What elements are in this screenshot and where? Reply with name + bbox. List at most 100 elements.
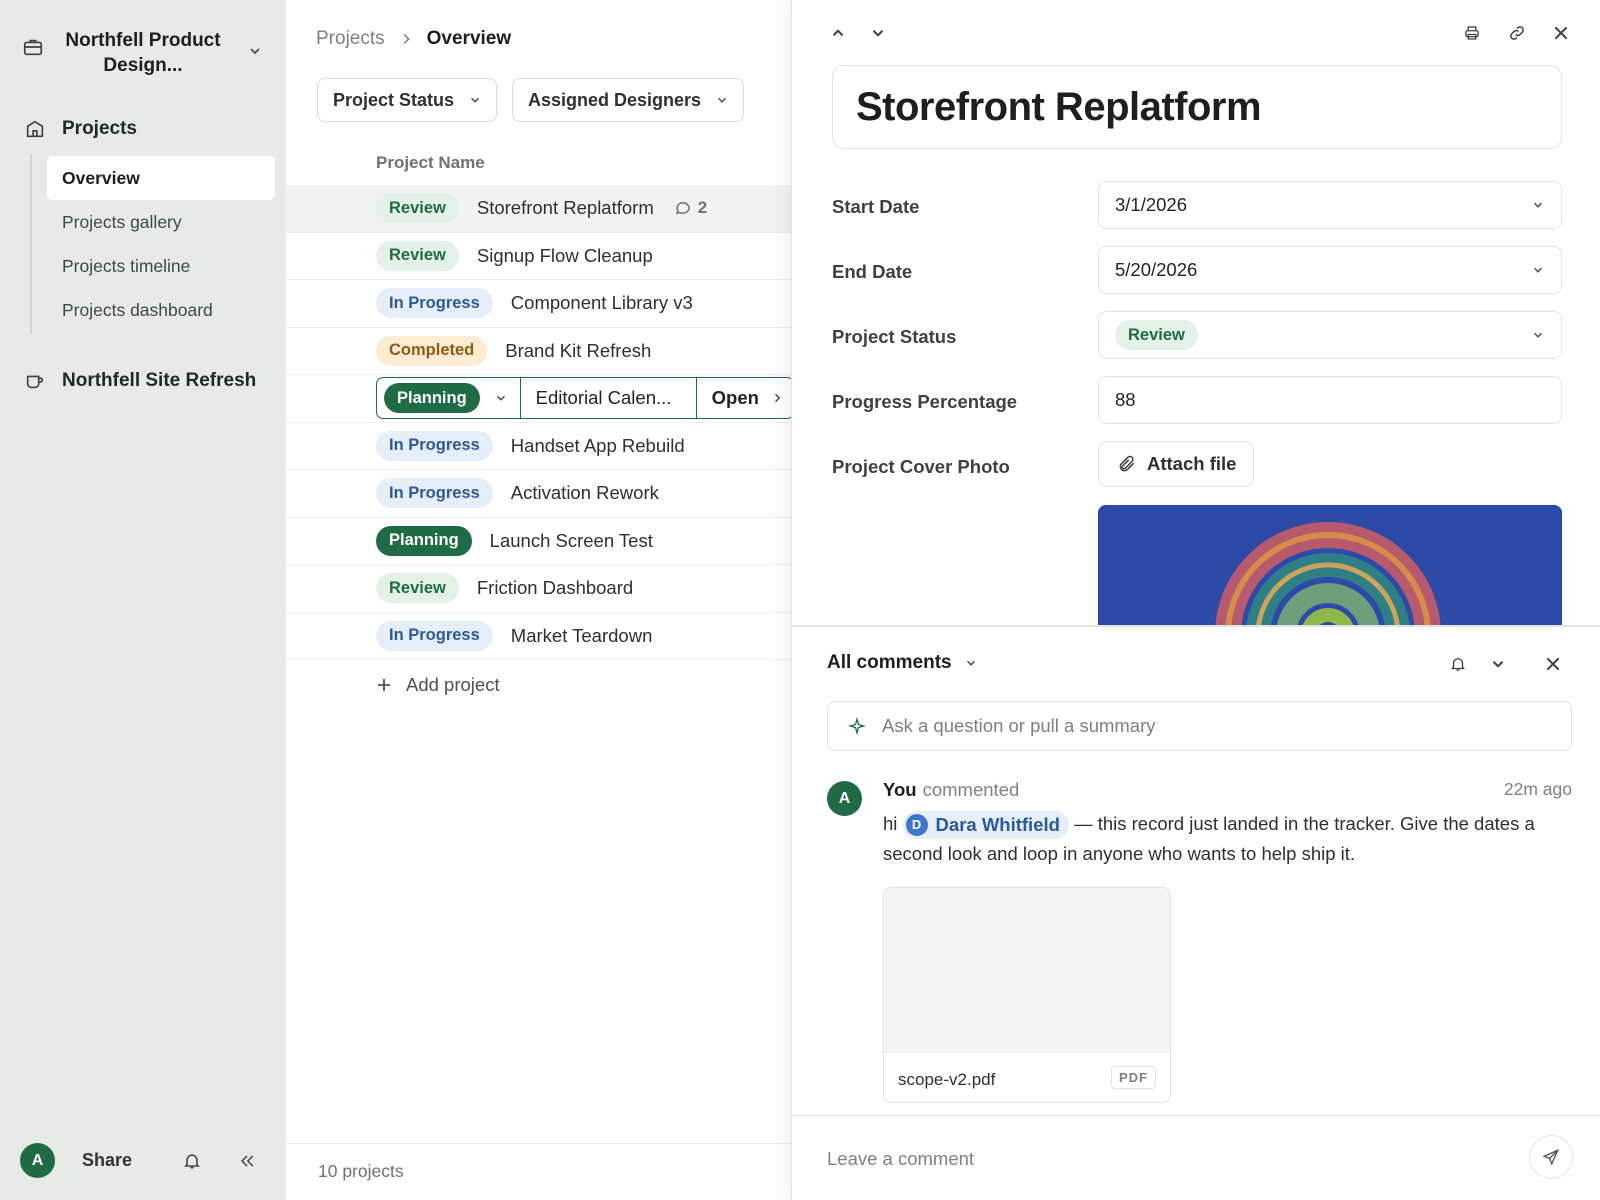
sidebar-item-projects-dashboard[interactable]: Projects dashboard: [47, 288, 275, 332]
field-label-end-date: End Date: [832, 261, 913, 282]
table-row[interactable]: Planning Launch Screen Test: [286, 518, 791, 565]
progress-value: 88: [1115, 389, 1136, 410]
attachment-preview: [884, 888, 1170, 1053]
building-icon: [26, 120, 44, 138]
chevron-up-icon: [832, 29, 844, 36]
chevron-right-icon: [403, 34, 410, 44]
panel-toolbar: [792, 0, 1600, 60]
avatar: A: [827, 781, 862, 816]
avatar[interactable]: A: [20, 1143, 55, 1178]
sidebar-subnav: Overview Projects gallery Projects timel…: [30, 154, 275, 334]
attach-file-label: Attach file: [1147, 453, 1237, 474]
add-project-label: Add project: [406, 674, 500, 695]
table-row-editing[interactable]: Planning Editorial Calen... Open: [286, 375, 794, 423]
status-badge: Completed: [376, 335, 488, 366]
start-date-field[interactable]: 3/1/2026: [1098, 181, 1562, 229]
filter-project-status[interactable]: Project Status: [317, 78, 498, 122]
ask-ai-input[interactable]: Ask a question or pull a summary: [827, 701, 1572, 751]
sparkle-icon: [848, 717, 866, 735]
sidebar-group-northfell-site-refresh[interactable]: Northfell Site Refresh: [24, 366, 256, 396]
sidebar-item-projects-timeline[interactable]: Projects timeline: [47, 244, 275, 288]
close-comments-button[interactable]: [1541, 652, 1565, 676]
end-date-field[interactable]: 5/20/2026: [1098, 246, 1562, 294]
ask-ai-placeholder: Ask a question or pull a summary: [882, 715, 1156, 736]
comment-count-value: 2: [697, 198, 708, 218]
comment-count[interactable]: 2: [674, 198, 707, 218]
comment-input[interactable]: Leave a comment: [827, 1148, 974, 1170]
attach-file-button[interactable]: Attach file: [1098, 441, 1255, 487]
close-icon: [1546, 657, 1560, 671]
comments-filter[interactable]: All comments: [827, 652, 978, 674]
field-label-progress-percentage: Progress Percentage: [832, 391, 1018, 412]
close-icon: [1554, 26, 1568, 40]
status-badge: Planning: [384, 383, 480, 414]
add-project-button[interactable]: Add project: [376, 674, 500, 696]
filter-label: Project Status: [333, 89, 455, 110]
table-row[interactable]: Review Storefront Replatform 2: [286, 185, 791, 233]
briefcase-icon: [23, 39, 43, 56]
project-name: Component Library v3: [510, 292, 693, 314]
table-row[interactable]: In Progress Component Library v3: [286, 280, 791, 328]
end-date-value: 5/20/2026: [1115, 259, 1198, 280]
send-comment-button[interactable]: [1529, 1135, 1573, 1179]
status-badge: Review: [376, 573, 459, 604]
record-title: Storefront Replatform: [856, 84, 1262, 129]
collapse-comments-button[interactable]: [1486, 652, 1510, 676]
sidebar: Northfell Product Design... Projects Ove…: [0, 0, 286, 1200]
table-row[interactable]: In Progress Market Teardown: [286, 613, 791, 660]
project-count: 10 projects: [318, 1161, 404, 1181]
breadcrumb: Projects Overview: [316, 28, 511, 50]
table-row[interactable]: In Progress Activation Rework: [286, 470, 791, 518]
filter-assigned-designers[interactable]: Assigned Designers: [512, 78, 745, 122]
user-mention[interactable]: D Dara Whitfield: [902, 811, 1069, 840]
cover-photo-image[interactable]: [1098, 505, 1562, 625]
status-badge: In Progress: [376, 430, 493, 461]
chevron-down-icon[interactable]: [247, 43, 263, 59]
field-label-project-status: Project Status: [832, 326, 957, 347]
next-record-button[interactable]: [866, 21, 890, 45]
column-header-project-name[interactable]: Project Name: [376, 153, 485, 173]
project-name: Activation Rework: [510, 482, 659, 504]
status-badge: Review: [376, 240, 459, 271]
project-name: Friction Dashboard: [476, 577, 634, 599]
bell-icon[interactable]: [182, 1151, 202, 1171]
comment-attachment[interactable]: scope-v2.pdf PDF: [883, 887, 1171, 1103]
sidebar-group-projects[interactable]: Projects: [24, 114, 137, 144]
comment-icon: [675, 202, 690, 215]
paperclip-icon: [1119, 455, 1135, 472]
record-title-field[interactable]: Storefront Replatform: [832, 65, 1562, 149]
subscribe-button[interactable]: [1446, 652, 1470, 676]
inline-edit-cell[interactable]: Planning Editorial Calen... Open: [376, 377, 794, 420]
project-name-input[interactable]: Editorial Calen...: [521, 378, 697, 419]
filter-label: Assigned Designers: [528, 89, 702, 110]
table-row[interactable]: Review Friction Dashboard: [286, 565, 791, 613]
breadcrumb-projects[interactable]: Projects: [316, 28, 385, 50]
previous-record-button[interactable]: [826, 21, 850, 45]
share-button[interactable]: Share: [82, 1150, 132, 1171]
close-panel-button[interactable]: [1549, 21, 1573, 45]
mention-name: Dara Whitfield: [935, 814, 1060, 836]
sidebar-item-overview[interactable]: Overview: [47, 156, 275, 200]
status-badge: In Progress: [376, 620, 493, 651]
progress-percentage-field[interactable]: 88: [1098, 376, 1562, 424]
sidebar-group-label: Projects: [62, 118, 137, 139]
chevron-down-icon: [966, 660, 975, 666]
print-button[interactable]: [1460, 21, 1484, 45]
project-status-field[interactable]: Review: [1098, 311, 1562, 359]
table-row[interactable]: Completed Brand Kit Refresh: [286, 328, 791, 375]
chevron-down-icon: [470, 97, 480, 103]
workspace-switcher[interactable]: Northfell Product Design...: [22, 28, 272, 80]
collapse-sidebar-icon[interactable]: [237, 1151, 257, 1171]
chevron-down-icon: [1533, 332, 1543, 338]
sidebar-footer: A Share: [20, 1143, 270, 1179]
record-detail-panel: Storefront Replatform Start Date 3/1/202…: [791, 0, 1600, 1200]
sidebar-item-projects-gallery[interactable]: Projects gallery: [47, 200, 275, 244]
table-row[interactable]: In Progress Handset App Rebuild: [286, 423, 791, 470]
open-record-button[interactable]: Open: [697, 378, 793, 418]
mention-avatar: D: [905, 814, 928, 837]
copy-link-button[interactable]: [1505, 21, 1529, 45]
comment-timestamp: 22m ago: [1503, 779, 1572, 799]
status-select[interactable]: Planning: [377, 378, 521, 419]
open-label: Open: [711, 387, 759, 409]
table-row[interactable]: Review Signup Flow Cleanup: [286, 233, 791, 280]
